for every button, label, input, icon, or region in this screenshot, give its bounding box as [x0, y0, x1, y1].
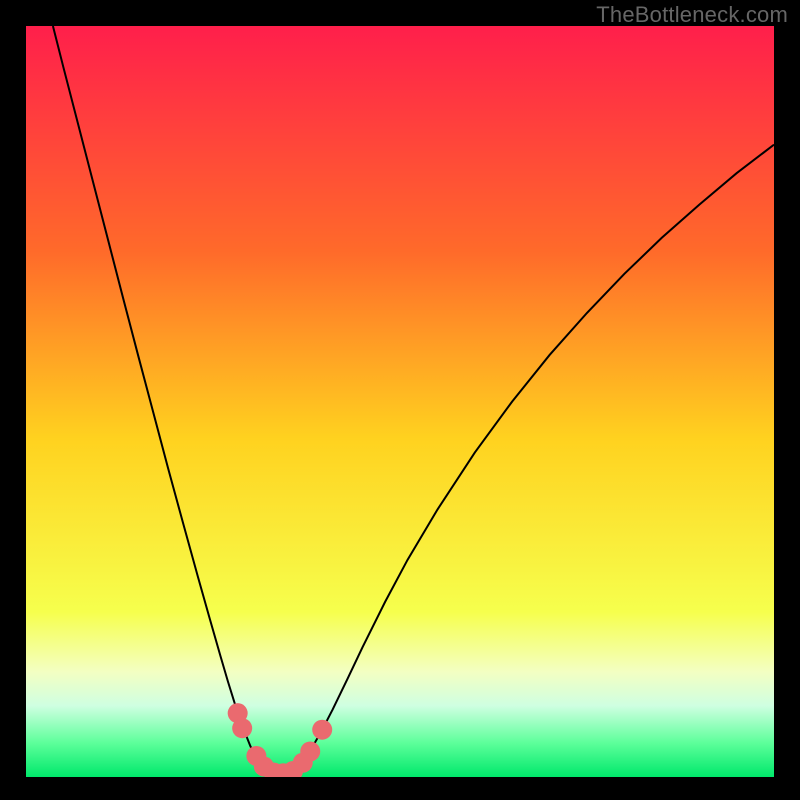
data-marker — [300, 741, 320, 761]
chart-container: TheBottleneck.com — [0, 0, 800, 800]
data-marker — [232, 718, 252, 738]
bottleneck-chart — [0, 0, 800, 800]
plot-area — [26, 26, 774, 783]
data-marker — [312, 720, 332, 740]
watermark-text: TheBottleneck.com — [596, 2, 788, 28]
gradient-background — [26, 26, 774, 777]
